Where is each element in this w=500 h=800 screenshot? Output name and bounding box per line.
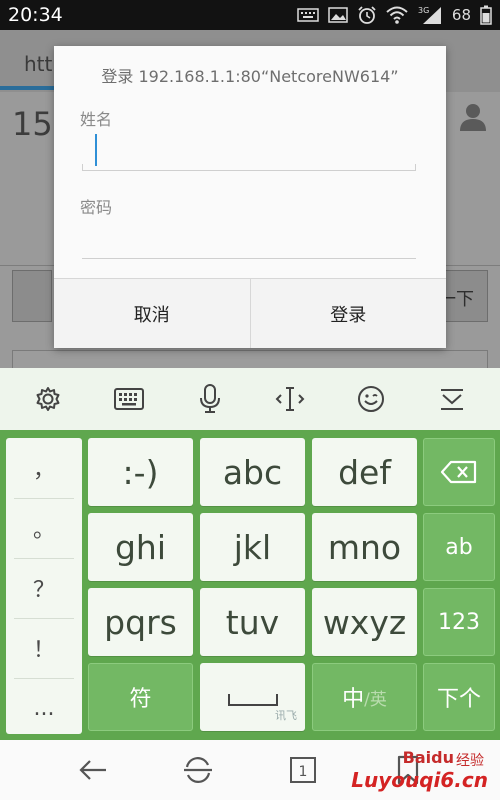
status-bar: 20:34 3G 68: [0, 0, 500, 30]
watermark-baidu: Baidu: [402, 748, 454, 767]
password-label: 密码: [80, 198, 113, 217]
password-input-underline: [82, 258, 416, 259]
key-jkl[interactable]: jkl: [200, 513, 305, 581]
name-input-underline-tick-right: [415, 164, 416, 170]
key-symbol[interactable]: 符: [88, 663, 193, 731]
microphone-icon[interactable]: [190, 379, 230, 419]
emoji-icon[interactable]: [351, 379, 391, 419]
key-tuv[interactable]: tuv: [200, 588, 305, 656]
keyboard-icon: [297, 8, 319, 22]
keyboard: ， 。 ？ ！ ... :-) abc def ghi jkl mno ab p…: [0, 430, 500, 740]
key-pqrs[interactable]: pqrs: [88, 588, 193, 656]
key-cn-en-toggle[interactable]: 中/英: [312, 663, 417, 731]
space-icon: [227, 694, 278, 706]
cursor-icon[interactable]: [270, 379, 310, 419]
text-cursor: [95, 134, 97, 166]
watermark-site: Luyouqi6.cn: [351, 768, 488, 792]
settings-icon[interactable]: [28, 379, 68, 419]
watermark-jingyan: 经验: [456, 753, 484, 769]
hide-keyboard-icon[interactable]: [432, 379, 472, 419]
keyboard-toolbar: [0, 368, 500, 430]
key-mno[interactable]: mno: [312, 513, 417, 581]
tabs-icon[interactable]: 1: [283, 750, 323, 790]
background-number: 15: [12, 105, 53, 143]
avatar-icon: [458, 102, 488, 136]
symbol-key-exclamation[interactable]: ！: [6, 618, 82, 678]
keyboard-icon[interactable]: [109, 379, 149, 419]
name-input-underline: [82, 170, 416, 171]
key-wxyz[interactable]: wxyz: [312, 588, 417, 656]
backspace-key[interactable]: [423, 438, 495, 506]
key-ab[interactable]: ab: [423, 513, 495, 581]
symbol-key-period[interactable]: 。: [6, 498, 82, 558]
svg-text:3G: 3G: [418, 6, 429, 15]
space-key[interactable]: 讯飞: [200, 663, 305, 731]
key-def[interactable]: def: [312, 438, 417, 506]
symbol-key-question[interactable]: ？: [6, 558, 82, 618]
backspace-icon: [440, 460, 477, 484]
background-tab-indicator: [0, 86, 55, 90]
image-icon: [328, 7, 348, 23]
alarm-icon: [357, 5, 377, 25]
key-smiley[interactable]: :-): [88, 438, 193, 506]
refresh-icon[interactable]: [178, 750, 218, 790]
key-next[interactable]: 下个: [423, 663, 495, 731]
cancel-button[interactable]: 取消: [54, 279, 250, 348]
status-time: 20:34: [8, 4, 63, 26]
wifi-icon: [386, 6, 408, 24]
watermark: Baidu 经验 Luyouqi6.cn: [351, 748, 494, 794]
symbol-key-ellipsis[interactable]: ...: [6, 678, 82, 738]
status-icons: 3G 68: [297, 5, 492, 25]
battery-level: 68: [451, 6, 471, 24]
dialog-button-row: 取消 登录: [54, 278, 446, 348]
key-abc[interactable]: abc: [200, 438, 305, 506]
back-icon[interactable]: [73, 750, 113, 790]
login-button[interactable]: 登录: [249, 279, 447, 348]
symbol-column: ， 。 ？ ！ ...: [6, 438, 82, 734]
svg-text:1: 1: [298, 764, 307, 780]
login-dialog: 登录 192.168.1.1:80“NetcoreNW614” 姓名 密码 取消…: [54, 46, 446, 348]
symbol-key-comma[interactable]: ，: [6, 438, 82, 498]
name-input[interactable]: [82, 134, 416, 170]
password-input[interactable]: [82, 222, 416, 258]
battery-icon: [480, 5, 492, 25]
name-label: 姓名: [80, 110, 113, 129]
dialog-title: 登录 192.168.1.1:80“NetcoreNW614”: [101, 67, 399, 86]
key-cn-label: 中: [342, 687, 365, 712]
name-input-underline-tick-left: [82, 164, 83, 170]
signal-icon: 3G: [417, 5, 443, 25]
key-en-label: /英: [364, 689, 387, 710]
key-123[interactable]: 123: [423, 588, 495, 656]
space-brand-label: 讯飞: [275, 709, 297, 722]
background-field: [12, 270, 52, 322]
key-ghi[interactable]: ghi: [88, 513, 193, 581]
